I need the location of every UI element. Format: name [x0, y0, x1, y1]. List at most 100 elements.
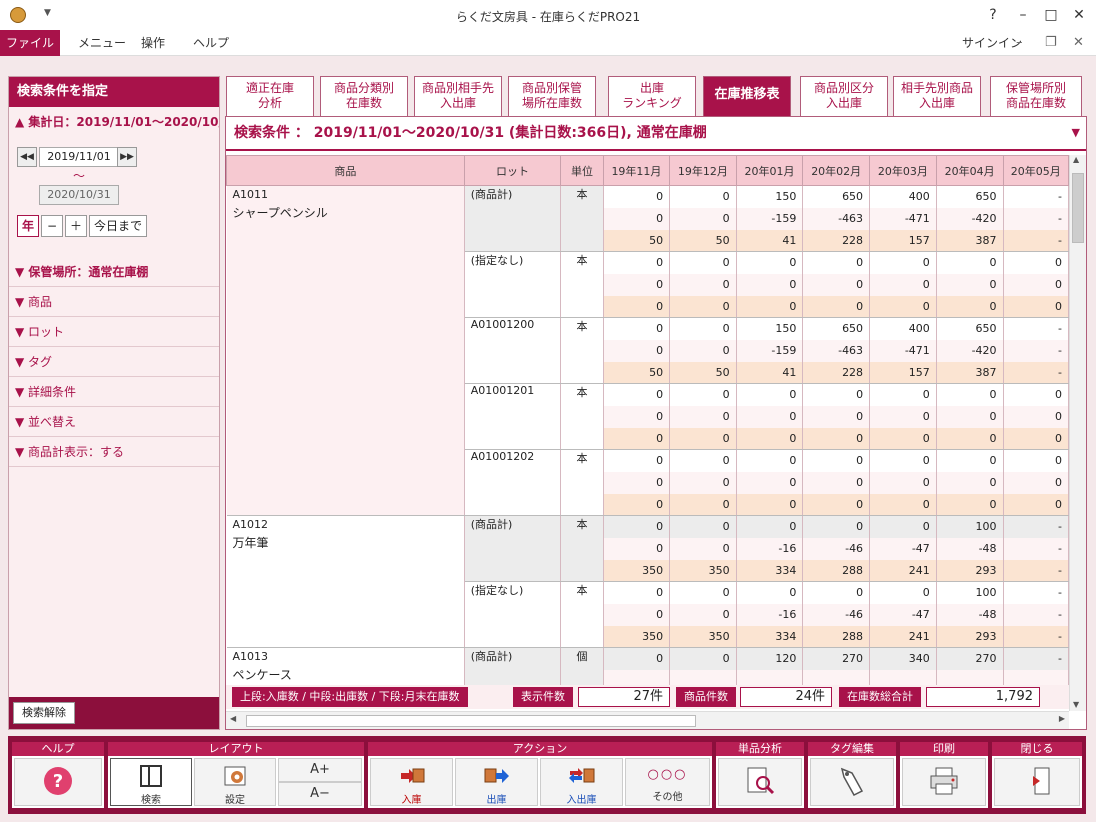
value-cell[interactable]: -48: [936, 537, 1004, 560]
table-row[interactable]: A1012 万年筆 (商品計) 本 0 0 0 0 0 100-: [226, 515, 1069, 648]
menu-operation[interactable]: 操作: [141, 30, 165, 56]
value-cell[interactable]: 0: [869, 493, 937, 516]
tab-location-product-stock[interactable]: 保管場所別 商品在庫数: [990, 76, 1082, 116]
value-cell[interactable]: 0: [603, 295, 671, 318]
value-cell[interactable]: 0: [736, 515, 804, 538]
plus-button[interactable]: ＋: [65, 215, 87, 237]
tab-category-inout[interactable]: 商品別区分 入出庫: [800, 76, 888, 116]
value-cell[interactable]: 0: [1003, 471, 1069, 494]
value-cell[interactable]: 350: [669, 625, 737, 648]
value-cell[interactable]: 0: [603, 537, 671, 560]
value-cell[interactable]: 0: [736, 581, 804, 604]
menu-menu[interactable]: メニュー: [78, 30, 126, 56]
cond-sort[interactable]: ▼ 並べ替え: [9, 407, 219, 437]
value-cell[interactable]: 334: [736, 625, 804, 648]
close-window-icon[interactable]: ✕: [1066, 4, 1092, 26]
value-cell[interactable]: 0: [1003, 383, 1069, 406]
font-increase-button[interactable]: A+: [278, 758, 362, 782]
horizontal-scrollbar[interactable]: ◀ ▶: [226, 711, 1069, 729]
column-header[interactable]: 商品: [226, 155, 465, 186]
value-cell[interactable]: 0: [669, 603, 737, 626]
value-cell[interactable]: 0: [603, 603, 671, 626]
value-cell[interactable]: 0: [736, 405, 804, 428]
value-cell[interactable]: 0: [669, 493, 737, 516]
value-cell[interactable]: 0: [603, 273, 671, 296]
font-decrease-button[interactable]: A−: [278, 782, 362, 806]
value-cell[interactable]: 0: [936, 427, 1004, 450]
value-cell[interactable]: 0: [869, 427, 937, 450]
value-cell[interactable]: -: [1003, 185, 1069, 208]
value-cell[interactable]: -: [1003, 537, 1069, 560]
help-icon[interactable]: ?: [980, 4, 1006, 26]
stock-inout-button[interactable]: 入出庫: [540, 758, 623, 806]
value-cell[interactable]: 0: [603, 405, 671, 428]
help-button[interactable]: ?: [14, 758, 102, 806]
unit-cell[interactable]: 本: [560, 317, 604, 384]
lot-cell[interactable]: (指定なし): [464, 251, 562, 318]
value-cell[interactable]: [736, 669, 804, 685]
minus-button[interactable]: −: [41, 215, 63, 237]
value-cell[interactable]: 0: [869, 471, 937, 494]
value-cell[interactable]: 288: [802, 559, 871, 582]
value-cell[interactable]: 0: [1003, 295, 1069, 318]
value-cell[interactable]: 0: [869, 295, 937, 318]
unit-cell[interactable]: 本: [560, 515, 604, 582]
unit-year-button[interactable]: 年: [17, 215, 39, 237]
product-cell[interactable]: A1011 シャープペンシル: [226, 185, 465, 516]
value-cell[interactable]: -159: [736, 339, 804, 362]
cond-detail[interactable]: ▼ 詳細条件: [9, 377, 219, 407]
signin-link[interactable]: サインイン: [962, 30, 1022, 56]
value-cell[interactable]: 0: [869, 383, 937, 406]
value-cell[interactable]: 0: [669, 339, 737, 362]
action-other-button[interactable]: ○○○ その他: [625, 758, 710, 806]
horizontal-scroll-thumb[interactable]: [246, 715, 696, 727]
value-cell[interactable]: 0: [936, 383, 1004, 406]
value-cell[interactable]: 334: [736, 559, 804, 582]
unit-cell[interactable]: 本: [560, 383, 604, 450]
layout-settings-button[interactable]: 設定: [194, 758, 276, 806]
value-cell[interactable]: 0: [669, 207, 737, 230]
table-row[interactable]: A1013 ペンケース (商品計) 個 0 0 120 270 340 270-: [226, 647, 1069, 685]
layout-search-button[interactable]: 検索: [110, 758, 192, 806]
value-cell[interactable]: -46: [802, 603, 871, 626]
date-from-field[interactable]: 2019/11/01: [39, 147, 119, 167]
value-cell[interactable]: 0: [1003, 405, 1069, 428]
value-cell[interactable]: 650: [936, 317, 1004, 340]
value-cell[interactable]: -47: [869, 603, 937, 626]
value-cell[interactable]: 0: [802, 405, 871, 428]
value-cell[interactable]: 0: [1003, 251, 1069, 274]
value-cell[interactable]: 228: [802, 361, 871, 384]
lot-cell[interactable]: (商品計): [464, 647, 562, 685]
value-cell[interactable]: 0: [603, 185, 671, 208]
value-cell[interactable]: -: [1003, 207, 1069, 230]
unit-cell[interactable]: 個: [560, 647, 604, 685]
value-cell[interactable]: 0: [736, 449, 804, 472]
ribbon-restore-icon[interactable]: ❐: [1045, 30, 1057, 56]
value-cell[interactable]: 0: [603, 317, 671, 340]
value-cell[interactable]: 0: [736, 471, 804, 494]
product-cell[interactable]: A1013 ペンケース: [226, 647, 465, 685]
value-cell[interactable]: 0: [802, 427, 871, 450]
menu-help[interactable]: ヘルプ: [193, 30, 229, 56]
value-cell[interactable]: -: [1003, 229, 1069, 252]
value-cell[interactable]: 50: [603, 361, 671, 384]
product-cell[interactable]: A1012 万年筆: [226, 515, 465, 648]
value-cell[interactable]: 157: [869, 361, 937, 384]
date-prev-icon[interactable]: ◀◀: [17, 147, 37, 167]
value-cell[interactable]: -16: [736, 537, 804, 560]
value-cell[interactable]: 387: [936, 229, 1004, 252]
tab-location-stock[interactable]: 商品別保管 場所在庫数: [508, 76, 596, 116]
close-button[interactable]: [994, 758, 1080, 806]
scroll-right-icon[interactable]: ▶: [1059, 714, 1065, 723]
maximize-icon[interactable]: □: [1038, 4, 1064, 26]
cond-product-total[interactable]: ▼ 商品計表示：する: [9, 437, 219, 467]
value-cell[interactable]: 0: [669, 647, 737, 670]
column-header[interactable]: 19年12月: [669, 155, 737, 186]
tab-stock-trend[interactable]: 在庫推移表: [703, 76, 791, 116]
value-cell[interactable]: 0: [603, 427, 671, 450]
column-header[interactable]: ロット: [463, 155, 562, 186]
value-cell[interactable]: 0: [669, 581, 737, 604]
value-cell[interactable]: 150: [736, 185, 804, 208]
value-cell[interactable]: 0: [802, 383, 871, 406]
lot-cell[interactable]: (指定なし): [464, 581, 562, 648]
